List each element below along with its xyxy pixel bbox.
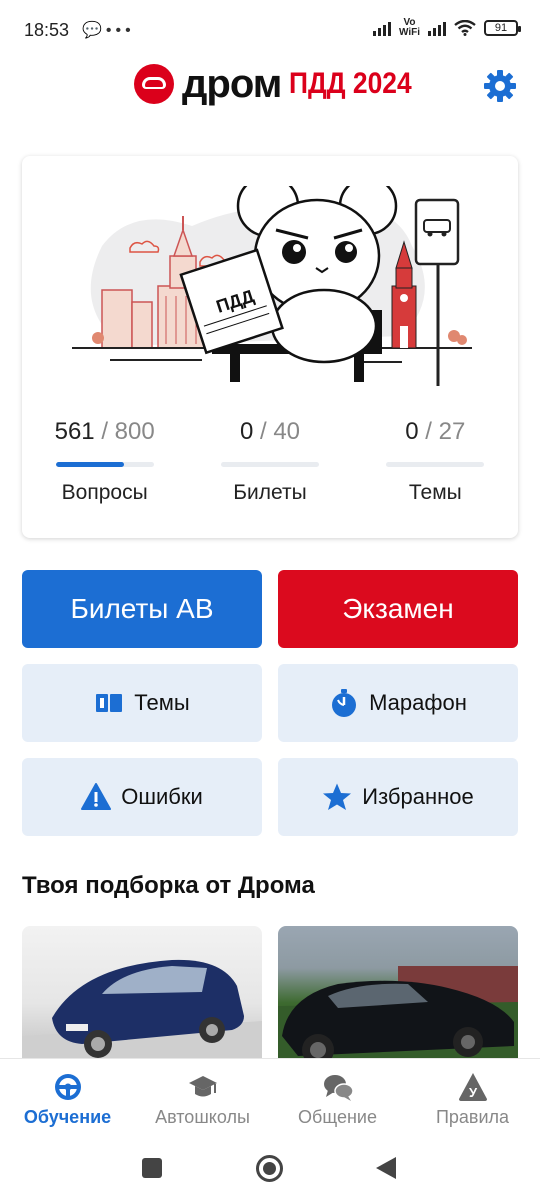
- stat-questions[interactable]: 561 / 800 Вопросы: [22, 418, 187, 505]
- steering-wheel-icon: [54, 1074, 81, 1100]
- nav-learning[interactable]: Обучение: [0, 1059, 135, 1144]
- app-logo: дром ПДД 2024: [134, 64, 429, 104]
- car-photo-icon: [278, 966, 518, 1066]
- cell-signal-2-icon: [428, 20, 446, 36]
- bottom-navigation: Обучение Автошколы Общение У Правила: [0, 1058, 540, 1144]
- more-dots-icon: •••: [105, 22, 135, 39]
- mascot-illustration: ПДД: [72, 186, 472, 386]
- tickets-progress-bar: [220, 462, 319, 467]
- marathon-button-label: Марафон: [369, 690, 467, 715]
- favorites-button-label: Избранное: [362, 784, 474, 809]
- car-card[interactable]: [22, 926, 262, 1066]
- book-icon: [96, 694, 123, 712]
- errors-button-label: Ошибки: [121, 784, 203, 809]
- topics-progress-bar: [386, 462, 485, 467]
- nav-driving-schools-label: Автошколы: [155, 1107, 250, 1127]
- home-button[interactable]: [256, 1155, 283, 1182]
- battery-icon: 91: [484, 20, 521, 36]
- chat-bubble-icon: 💬: [82, 22, 106, 39]
- warning-icon: [81, 783, 112, 810]
- cell-signal-icon: [372, 20, 391, 36]
- stat-topics[interactable]: 0 / 27 Темы: [353, 418, 518, 505]
- gear-icon[interactable]: [482, 68, 518, 104]
- star-icon: [323, 783, 352, 810]
- car-card[interactable]: [278, 926, 518, 1066]
- stat-topics-count: 0 / 27: [405, 418, 466, 445]
- logo-drom-text: дром: [182, 62, 282, 106]
- status-bar: 18:53 💬••• Vo WiFi 91: [0, 0, 540, 58]
- marathon-button[interactable]: Марафон: [278, 664, 518, 742]
- stat-questions-count: 561 / 800: [54, 418, 155, 445]
- app-bar: дром ПДД 2024: [0, 58, 540, 114]
- stopwatch-icon: [332, 689, 357, 717]
- topics-button[interactable]: Темы: [22, 664, 262, 742]
- nav-rules-label: Правила: [435, 1107, 510, 1127]
- vowifi-label: Vo WiFi: [398, 17, 420, 38]
- recents-button[interactable]: [142, 1158, 162, 1178]
- progress-card[interactable]: ПДД 561 / 800 Вопросы 0 / 40 Билеты 0 / …: [22, 156, 518, 538]
- logo-pdd-text: ПДД 2024: [289, 67, 412, 100]
- status-time: 18:53: [24, 20, 70, 40]
- favorites-button[interactable]: Избранное: [278, 758, 518, 836]
- status-right-icons: Vo WiFi 91: [372, 17, 521, 38]
- questions-progress-bar: [55, 462, 154, 467]
- stat-tickets[interactable]: 0 / 40 Билеты: [187, 418, 352, 505]
- topics-button-label: Темы: [134, 690, 190, 715]
- car-photo-icon: [22, 959, 262, 1066]
- chat-bubbles-icon: [323, 1075, 354, 1101]
- recommendations-title: Твоя подборка от Дрома: [22, 872, 315, 899]
- back-button[interactable]: [376, 1157, 396, 1179]
- nav-driving-schools[interactable]: Автошколы: [135, 1059, 270, 1144]
- nav-community[interactable]: Общение: [270, 1059, 405, 1144]
- stat-topics-label: Темы: [408, 481, 462, 504]
- road-sign-letter: У: [468, 1085, 477, 1100]
- system-navigation-bar: [0, 1144, 540, 1200]
- nav-learning-label: Обучение: [23, 1107, 112, 1127]
- notification-icons: 💬•••: [82, 20, 135, 40]
- stat-tickets-count: 0 / 40: [239, 418, 301, 445]
- stat-tickets-label: Билеты: [233, 481, 307, 504]
- exam-button[interactable]: Экзамен: [278, 570, 518, 648]
- nav-community-label: Общение: [298, 1107, 377, 1127]
- progress-stats: 561 / 800 Вопросы 0 / 40 Билеты 0 / 27 Т…: [22, 418, 518, 505]
- errors-button[interactable]: Ошибки: [22, 758, 262, 836]
- road-sign-icon: У: [458, 1073, 487, 1101]
- nav-rules[interactable]: У Правила: [405, 1059, 540, 1144]
- graduation-cap-icon: [188, 1076, 217, 1097]
- drom-logo-icon: [134, 64, 174, 104]
- wifi-icon: [454, 20, 476, 36]
- stat-questions-label: Вопросы: [61, 481, 148, 504]
- tickets-ab-button[interactable]: Билеты AB: [22, 570, 262, 648]
